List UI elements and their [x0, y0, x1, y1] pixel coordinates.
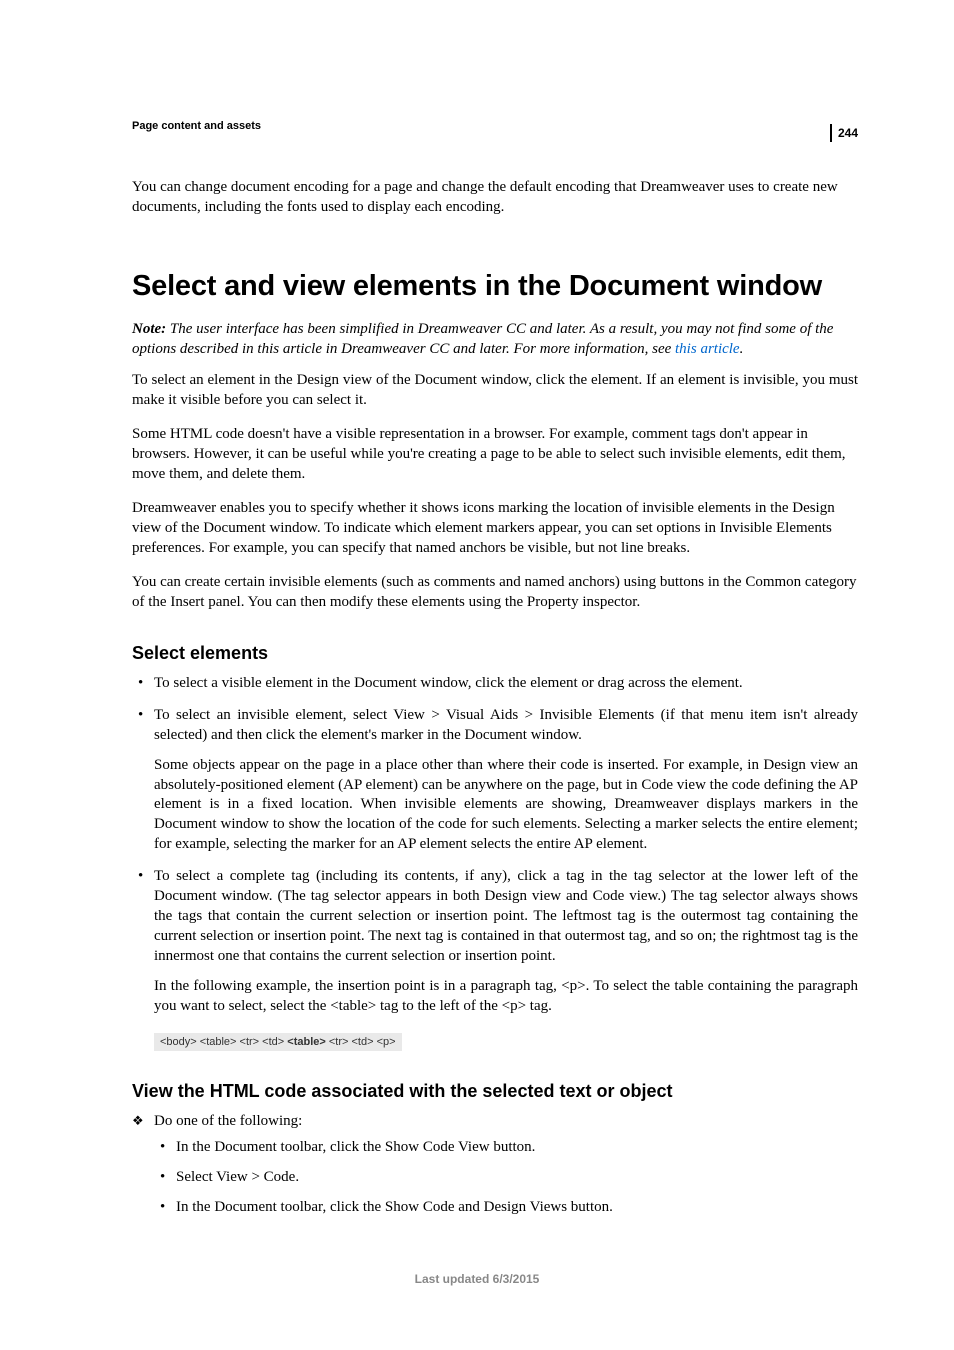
- body-paragraph-1: To select an element in the Design view …: [132, 371, 858, 411]
- bullet-item-1: To select a visible element in the Docum…: [132, 674, 858, 694]
- note-paragraph: Note: The user interface has been simpli…: [132, 319, 858, 360]
- subheading-view-html-code: View the HTML code associated with the s…: [132, 1081, 858, 1102]
- page-number: 244: [838, 126, 858, 140]
- section-title: Select and view elements in the Document…: [132, 270, 858, 303]
- sub-bullet-text: In the Document toolbar, click the Show …: [176, 1139, 535, 1155]
- tag-tr-inner: <tr>: [329, 1036, 349, 1048]
- sub-bullet-text: In the Document toolbar, click the Show …: [176, 1199, 613, 1215]
- bullet-extra-paragraph: In the following example, the insertion …: [154, 977, 858, 1017]
- sub-bullet-1: In the Document toolbar, click the Show …: [154, 1138, 858, 1158]
- sub-bullet-2: Select View > Code.: [154, 1168, 858, 1188]
- bullet-item-2: To select an invisible element, select V…: [132, 706, 858, 856]
- tag-body: <body>: [160, 1036, 197, 1048]
- page-body: You can change document encoding for a p…: [132, 178, 858, 1218]
- sub-bullet-list: In the Document toolbar, click the Show …: [154, 1138, 858, 1218]
- diamond-instruction: Do one of the following:: [132, 1112, 858, 1132]
- tag-selector-example: <body> <table> <tr> <td> <table> <tr> <t…: [154, 1033, 402, 1051]
- body-paragraph-3: Dreamweaver enables you to specify wheth…: [132, 499, 858, 559]
- page-number-wrap: 244: [830, 124, 858, 142]
- sub-bullet-text: Select View > Code.: [176, 1169, 299, 1185]
- bullet-text: To select a complete tag (including its …: [154, 868, 858, 964]
- subheading-select-elements: Select elements: [132, 643, 858, 664]
- note-label: Note:: [132, 321, 166, 337]
- note-text-after: .: [740, 341, 744, 357]
- footer-last-updated: Last updated 6/3/2015: [0, 1272, 954, 1286]
- tag-td-outer: <td>: [262, 1036, 284, 1048]
- tag-td-inner: <td>: [352, 1036, 374, 1048]
- body-paragraph-4: You can create certain invisible element…: [132, 573, 858, 613]
- bullet-text: To select a visible element in the Docum…: [154, 675, 743, 691]
- tag-table-outer: <table>: [200, 1036, 237, 1048]
- note-link[interactable]: this article: [675, 341, 740, 357]
- intro-paragraph: You can change document encoding for a p…: [132, 178, 858, 218]
- sub-bullet-3: In the Document toolbar, click the Show …: [154, 1198, 858, 1218]
- body-paragraph-2: Some HTML code doesn't have a visible re…: [132, 425, 858, 485]
- diamond-text: Do one of the following:: [154, 1113, 302, 1129]
- bullet-text: To select an invisible element, select V…: [154, 707, 858, 743]
- tag-table-selected: <table>: [287, 1036, 326, 1048]
- tag-tr-outer: <tr>: [240, 1036, 260, 1048]
- bullet-list: To select a visible element in the Docum…: [132, 674, 858, 1017]
- bullet-item-3: To select a complete tag (including its …: [132, 867, 858, 1017]
- bullet-extra-paragraph: Some objects appear on the page in a pla…: [154, 756, 858, 856]
- tag-p: <p>: [377, 1036, 396, 1048]
